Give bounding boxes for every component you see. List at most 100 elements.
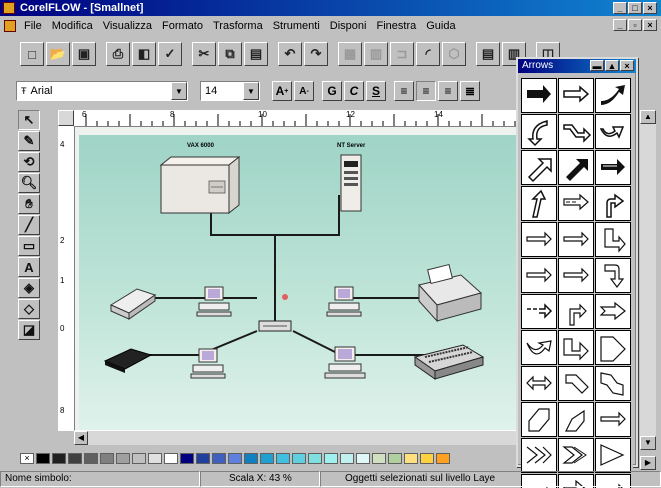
workstation-3[interactable] — [190, 348, 226, 379]
workstation-2[interactable] — [326, 286, 362, 317]
color-swatch[interactable] — [148, 452, 162, 464]
color-swatch[interactable] — [52, 452, 66, 464]
arrow-shape-icon[interactable] — [595, 150, 631, 185]
chevron-down-icon[interactable]: ▼ — [243, 82, 259, 100]
line-icon[interactable]: ╱ — [18, 215, 40, 235]
color-swatch[interactable] — [212, 452, 226, 464]
color-swatch[interactable] — [84, 452, 98, 464]
arrow-shape-icon[interactable] — [595, 438, 631, 473]
arrow-shape-icon[interactable] — [595, 294, 631, 329]
selection-handle[interactable] — [282, 294, 288, 300]
color-swatch[interactable] — [292, 452, 306, 464]
arrow-shape-icon[interactable] — [595, 258, 631, 293]
close-button[interactable]: × — [643, 2, 657, 14]
arrow-shape-icon[interactable] — [558, 294, 594, 329]
pointer-icon[interactable]: ↖ — [18, 110, 40, 130]
arrow-shape-icon[interactable] — [521, 78, 557, 113]
network-diagram[interactable]: VAX 6000 NT Server — [79, 135, 518, 431]
arrow-shape-icon[interactable] — [521, 258, 557, 293]
arrow-shape-icon[interactable] — [595, 222, 631, 257]
color-swatch[interactable] — [324, 452, 338, 464]
color-swatch[interactable] — [196, 452, 210, 464]
arrow-shape-icon[interactable] — [558, 402, 594, 437]
arrows-minimize-button[interactable]: ▬ — [590, 60, 604, 71]
outline-icon[interactable]: ◇ — [18, 299, 40, 319]
color-swatch[interactable] — [260, 452, 274, 464]
arrow-shape-icon[interactable] — [595, 186, 631, 221]
text-icon[interactable]: A — [18, 257, 40, 277]
color-swatch[interactable] — [308, 452, 322, 464]
drawing-page[interactable]: VAX 6000 NT Server — [79, 135, 518, 431]
print-icon[interactable]: ⎙ — [106, 42, 130, 66]
arrow-shape-icon[interactable] — [521, 150, 557, 185]
color-swatch[interactable] — [164, 452, 178, 464]
line-printer[interactable] — [413, 344, 485, 380]
menu-file[interactable]: File — [24, 20, 42, 32]
arrow-shape-icon[interactable] — [521, 366, 557, 401]
italic-button[interactable]: C — [344, 81, 364, 101]
new-icon[interactable]: □ — [20, 42, 44, 66]
color-swatch[interactable] — [68, 452, 82, 464]
group-icon[interactable]: ▦ — [338, 42, 362, 66]
color-swatch[interactable] — [436, 452, 450, 464]
zoom-icon[interactable]: 🔍︎ — [18, 173, 40, 193]
shadow-icon[interactable]: ◪ — [18, 320, 40, 340]
menu-visualizza[interactable]: Visualizza — [103, 20, 152, 32]
color-swatch[interactable] — [132, 452, 146, 464]
ungroup-icon[interactable]: ▥ — [364, 42, 388, 66]
arrow-shape-icon[interactable] — [558, 438, 594, 473]
chevron-down-icon[interactable]: ▼ — [171, 82, 187, 100]
copy-icon[interactable]: ⧉ — [218, 42, 242, 66]
bold-button[interactable]: G — [322, 81, 342, 101]
arrow-shape-icon[interactable] — [521, 114, 557, 149]
scroll-up-icon[interactable]: ▲ — [640, 110, 656, 124]
arrow-shape-icon[interactable] — [595, 114, 631, 149]
network-hub[interactable] — [258, 320, 292, 332]
align-center-icon[interactable]: ≡ — [416, 81, 436, 101]
arrow-shape-icon[interactable] — [558, 258, 594, 293]
underline-button[interactable]: S — [366, 81, 386, 101]
color-swatch[interactable] — [340, 452, 354, 464]
menu-disponi[interactable]: Disponi — [330, 20, 367, 32]
color-swatch[interactable] — [388, 452, 402, 464]
document-icon[interactable] — [4, 20, 16, 32]
arrow-shape-icon[interactable] — [521, 186, 557, 221]
color-swatch[interactable] — [244, 452, 258, 464]
arrow-shape-icon[interactable] — [558, 150, 594, 185]
menu-finestra[interactable]: Finestra — [376, 20, 416, 32]
maximize-button[interactable]: □ — [628, 2, 642, 14]
workstation-4[interactable] — [324, 346, 366, 379]
arrow-shape-icon[interactable] — [558, 114, 594, 149]
fax-machine[interactable] — [418, 263, 483, 323]
color-swatch[interactable] — [372, 452, 386, 464]
color-swatch[interactable] — [420, 452, 434, 464]
arrow-shape-icon[interactable] — [521, 402, 557, 437]
color-swatch[interactable] — [100, 452, 114, 464]
redo-icon[interactable]: ↷ — [304, 42, 328, 66]
shrink-font-button[interactable]: A- — [294, 81, 314, 101]
scanner-device[interactable] — [109, 288, 157, 320]
minimize-button[interactable]: _ — [613, 2, 627, 14]
menu-guida[interactable]: Guida — [426, 20, 455, 32]
color-swatch[interactable] — [276, 452, 290, 464]
paste-icon[interactable]: ▤ — [244, 42, 268, 66]
ruler-corner[interactable] — [58, 110, 74, 126]
doc-close-button[interactable]: × — [643, 19, 657, 31]
undo-icon[interactable]: ↶ — [278, 42, 302, 66]
arrow-shape-icon[interactable] — [595, 366, 631, 401]
menu-formato[interactable]: Formato — [162, 20, 203, 32]
color-swatch[interactable] — [180, 452, 194, 464]
grow-font-button[interactable]: A + — [272, 81, 292, 101]
arrow-shape-icon[interactable] — [558, 222, 594, 257]
rectangle-icon[interactable]: ▭ — [18, 236, 40, 256]
scroll-down-icon[interactable]: ▼ — [640, 436, 656, 450]
corelflow-app-icon[interactable] — [3, 2, 15, 14]
font-name-select[interactable]: Ŧ Arial ▼ — [16, 81, 188, 101]
color-swatch[interactable] — [356, 452, 370, 464]
arrow-shape-icon[interactable] — [595, 330, 631, 365]
nt-server-tower[interactable] — [340, 154, 362, 212]
color-swatch[interactable] — [36, 452, 50, 464]
arrow-shape-icon[interactable] — [558, 330, 594, 365]
menu-strumenti[interactable]: Strumenti — [273, 20, 320, 32]
arrow-shape-icon[interactable] — [558, 366, 594, 401]
